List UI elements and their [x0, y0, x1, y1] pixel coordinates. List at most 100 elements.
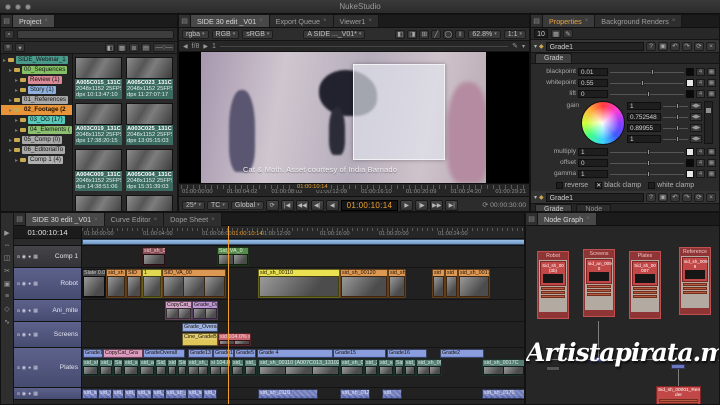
tab-node[interactable]: Node — [576, 204, 612, 211]
timeline-clip[interactable]: sid — [432, 269, 445, 298]
timeline-clip[interactable]: sid_sh_00110 — [258, 269, 340, 298]
timeline-clip[interactable]: Sid_VA_0 — [217, 247, 249, 266]
close-icon[interactable]: × — [94, 217, 98, 223]
undo-icon[interactable]: ↶ — [670, 41, 680, 51]
slider-handle[interactable] — [706, 108, 711, 113]
timeline-clip[interactable]: sid_ah_o — [139, 359, 155, 376]
color-swatch[interactable] — [686, 89, 694, 98]
go-to-start-button[interactable]: |◀ — [280, 199, 294, 211]
color-wheel[interactable] — [581, 101, 625, 145]
filter-icon[interactable]: ≡ — [3, 43, 13, 52]
checkbox-reverse[interactable]: reverse — [555, 181, 588, 189]
lock-panels-icon[interactable]: ▦ — [551, 29, 561, 38]
checkbox-box[interactable] — [648, 181, 656, 189]
clear-panels-icon[interactable]: ✎ — [563, 29, 573, 38]
track-lock-icon[interactable]: a — [17, 365, 20, 371]
disclosure-icon[interactable]: ▸ — [9, 97, 12, 104]
close-icon[interactable]: × — [259, 18, 263, 24]
timeline-clip[interactable]: Sid — [113, 359, 123, 376]
parameter-slider[interactable] — [610, 159, 684, 167]
disclosure-icon[interactable]: ▸ — [3, 57, 6, 64]
current-timecode[interactable]: 01:00:10:14 — [340, 199, 399, 211]
parameter-slider[interactable] — [610, 68, 684, 76]
gain-value-field[interactable]: 0.89955 — [627, 123, 661, 132]
track-visible-icon[interactable]: ◉ — [22, 254, 26, 260]
redo-icon[interactable]: ↷ — [682, 41, 692, 51]
track-record-icon[interactable]: ● — [28, 308, 31, 314]
gain-value-field[interactable]: 0.752548 — [627, 112, 661, 121]
curve-editor-button[interactable]: ▦ — [707, 67, 716, 76]
track-visible-icon[interactable]: ◉ — [22, 365, 26, 371]
close-icon[interactable]: × — [368, 18, 372, 24]
timeline-clip[interactable]: sid_sh_0170 — [482, 389, 524, 399]
track-record-icon[interactable]: ● — [28, 365, 31, 371]
track-lane[interactable]: sid_sh_0 Sid_VA_0 — [82, 246, 524, 267]
timeline-clip[interactable]: 1 — [142, 269, 162, 298]
track-blend-icon[interactable]: ▦ — [33, 332, 38, 338]
channel-count-button[interactable]: 4 — [696, 158, 705, 167]
tab-background-renders[interactable]: Background Renders × — [595, 15, 683, 27]
read-node[interactable]: Sid_sh_00 (3b) — [540, 261, 566, 286]
slider-handle[interactable] — [675, 102, 679, 109]
bin-tree-item[interactable]: ▸ 02_Footage (2 — [1, 105, 72, 115]
nudge-button[interactable]: ◀▶ — [690, 101, 702, 110]
child-node[interactable] — [587, 289, 611, 292]
disclosure-icon[interactable]: ▸ — [15, 157, 18, 164]
timeline-clip[interactable]: sid — [382, 389, 402, 399]
parameter-value-field[interactable]: 0.01 — [578, 67, 608, 76]
channel-count-button[interactable]: 4 — [696, 89, 705, 98]
child-node[interactable] — [587, 285, 611, 288]
track-header[interactable]: a ◉ ● ▦ Plates — [14, 348, 82, 387]
viewer-video-area[interactable]: Cat & Moth. Asset courtesy of India Barn… — [179, 52, 529, 183]
node-color-icon[interactable]: ◆ — [539, 194, 544, 201]
node-group-screens[interactable]: Screens sid_an_009 0 — [583, 249, 615, 317]
child-node[interactable] — [683, 283, 707, 286]
timeline-clip[interactable]: sid_sh — [388, 269, 406, 298]
timeline-current-timecode[interactable]: 01:00:10:14 — [14, 226, 82, 238]
gain-icon[interactable]: ◧ — [395, 29, 406, 39]
list-view-icon[interactable]: ≣ — [129, 43, 139, 52]
track-blend-icon[interactable]: ▦ — [33, 308, 38, 314]
search-input[interactable] — [17, 30, 174, 39]
curve-editor-button[interactable]: ▦ — [707, 89, 716, 98]
bin-tree-item[interactable]: ▸ 04_Elements ( — [1, 125, 72, 135]
range-mode-dropdown[interactable]: Global ▾ — [230, 200, 264, 210]
pause-icon[interactable]: ‖ — [455, 29, 466, 39]
timeline-clip[interactable]: sid — [445, 269, 458, 298]
render-node[interactable]: Sid_sh_00001_Ren der — [656, 386, 701, 404]
track-header[interactable]: a ◉ ● ▦ Screens — [14, 322, 82, 347]
child-node[interactable] — [633, 295, 657, 298]
bin-clip-card[interactable]: A005C015_131C 2048x1152 25FPS dpx 10:13:… — [75, 57, 122, 99]
timeline-clip[interactable]: sid_sh_00120 — [340, 359, 364, 376]
timeline-clip[interactable]: sid_2 — [364, 359, 378, 376]
redo-icon[interactable]: ↷ — [682, 192, 692, 202]
join-tool[interactable]: ▣ — [4, 280, 11, 288]
curve-editor-button[interactable]: ▦ — [707, 78, 716, 87]
timeline-clip[interactable]: sid_sh — [378, 359, 394, 376]
tab-properties[interactable]: Properties × — [543, 15, 596, 27]
channel-count-button[interactable]: 4 — [696, 147, 705, 156]
close-icon[interactable]: × — [672, 18, 676, 24]
track-lock-icon[interactable]: a — [17, 332, 20, 338]
slider-handle[interactable] — [647, 148, 650, 155]
playhead[interactable] — [228, 226, 229, 404]
disclosure-icon[interactable]: ▸ — [15, 117, 18, 124]
close-icon[interactable]: × — [323, 18, 327, 24]
roll-tool[interactable]: ∿ — [4, 318, 10, 326]
float-panel-icon[interactable]: ▣ — [658, 192, 668, 202]
node-group-reference[interactable]: Reference sid_sh_009 9 — [679, 247, 711, 315]
track-lane[interactable]: Slate 0.0% sid_sh SID 1 SID_VA_00 sid_sh… — [82, 268, 524, 299]
timeline-clip[interactable]: sid 104.0% sid — [218, 333, 251, 346]
poster-view-icon[interactable]: ◧ — [105, 43, 115, 52]
track-blend-icon[interactable]: ▦ — [33, 254, 38, 260]
color-swatch[interactable] — [686, 147, 694, 156]
timeline-clip[interactable]: Grade15 — [333, 349, 386, 358]
tab-dope-sheet[interactable]: Dope Sheet × — [164, 213, 222, 226]
gain-slider[interactable] — [663, 102, 688, 110]
colorspace-dropdown[interactable]: sRGB ▾ — [242, 29, 274, 39]
next-frame-button[interactable]: |▶ — [415, 199, 429, 211]
gamma-icon[interactable]: ◨ — [407, 29, 418, 39]
timeline-clip[interactable]: sid_sh — [99, 359, 113, 376]
node-name-field[interactable]: Grade1 — [545, 41, 644, 51]
loop-mode-button[interactable]: ⟳ — [265, 199, 279, 211]
